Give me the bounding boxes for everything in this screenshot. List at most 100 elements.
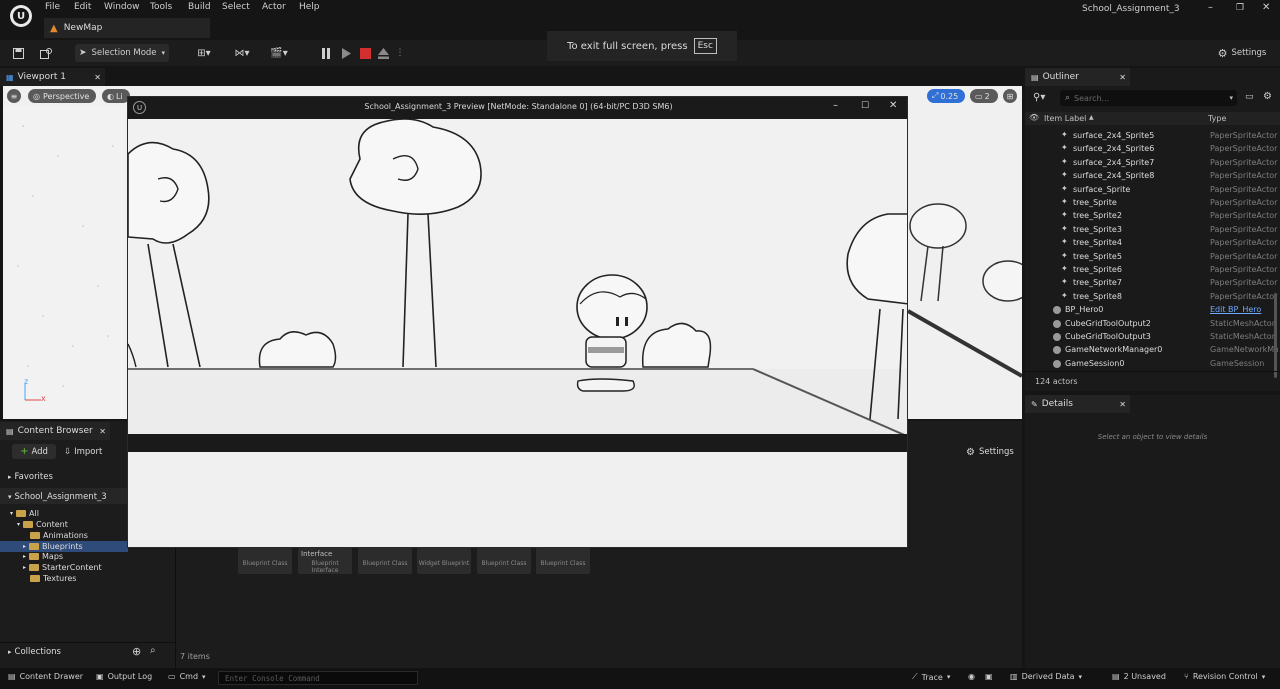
derived-data-button[interactable]: ▥ Derived Data ▾ (1010, 672, 1082, 681)
outliner-row[interactable]: CubeGridToolOutput2 StaticMeshActor (1025, 317, 1280, 330)
asset-tile[interactable]: Blueprint Class (238, 548, 292, 574)
favorites-section[interactable]: ▸ Favorites (8, 472, 53, 482)
scrollbar[interactable] (1274, 293, 1277, 378)
lit-button[interactable]: ◐ Li (102, 89, 130, 103)
tree-animations[interactable]: Animations (30, 531, 88, 540)
preview-title-bar[interactable]: U School_Assignment_3 Preview [NetMode: … (128, 97, 907, 119)
menu-help[interactable]: Help (299, 2, 320, 12)
camera-speed-button[interactable]: ▭ 2 (970, 89, 998, 103)
pie-preview-window[interactable]: U School_Assignment_3 Preview [NetMode: … (127, 96, 908, 548)
filter-icon[interactable]: ⚲▾ (1033, 92, 1045, 103)
minimize-icon[interactable]: – (1208, 2, 1213, 13)
close-tab-icon[interactable]: ✕ (1119, 400, 1126, 409)
content-settings-button[interactable]: ⚙ Settings (966, 445, 1022, 459)
project-root[interactable]: ▾ School_Assignment_3 (8, 492, 107, 502)
menu-file[interactable]: File (45, 2, 60, 12)
type-column[interactable]: Type (1208, 114, 1226, 123)
snap-scale-button[interactable]: ⤢ 0.25 (927, 89, 965, 103)
outliner-row[interactable]: ✦ tree_Sprite5 PaperSpriteActor (1025, 250, 1280, 263)
outliner-row[interactable]: ✦ surface_2x4_Sprite8 PaperSpriteActor (1025, 169, 1280, 182)
outliner-row[interactable]: ✦ tree_Sprite4 PaperSpriteActor (1025, 236, 1280, 249)
minimize-icon[interactable]: – (833, 100, 838, 111)
add-actor-icon[interactable]: ⊞▾ (190, 44, 218, 62)
perspective-button[interactable]: ◎ Perspective (28, 89, 96, 103)
close-icon[interactable]: ✕ (1262, 2, 1270, 13)
tab-viewport[interactable]: ▦ Viewport 1 ✕ (0, 68, 105, 86)
outliner-row[interactable]: ✦ tree_Sprite PaperSpriteActor (1025, 196, 1280, 209)
output-log-button[interactable]: ▣ Output Log (96, 672, 152, 681)
asset-tile[interactable]: Interface Blueprint Interface (298, 548, 352, 574)
save-icon[interactable] (10, 44, 26, 62)
outliner-search-input[interactable]: ⌕ Search... ▾ (1060, 90, 1237, 106)
eject-icon[interactable] (375, 44, 391, 62)
restore-icon[interactable]: ❐ (1236, 3, 1244, 13)
menu-select[interactable]: Select (222, 2, 250, 12)
more-options-icon[interactable]: ⋮ (395, 44, 405, 62)
outliner-row[interactable]: ✦ surface_Sprite PaperSpriteActor (1025, 183, 1280, 196)
asset-tile[interactable]: Widget Blueprint (417, 548, 471, 574)
asset-tile[interactable]: Blueprint Class (358, 548, 412, 574)
close-tab-icon[interactable]: ✕ (1119, 73, 1126, 82)
screenshot-icon[interactable]: ▣ (985, 672, 993, 681)
unsaved-button[interactable]: ▤ 2 Unsaved (1112, 672, 1166, 681)
close-tab-icon[interactable]: ✕ (99, 427, 106, 436)
add-button[interactable]: + Add (12, 444, 56, 459)
content-drawer-button[interactable]: ▤ Content Drawer (8, 672, 83, 681)
outliner-row[interactable]: BP_Hero0 Edit BP_Hero (1025, 303, 1280, 316)
outliner-row[interactable]: ✦ tree_Sprite7 PaperSpriteActor (1025, 276, 1280, 289)
blueprint-icon[interactable]: ⋈▾ (228, 44, 256, 62)
outliner-row[interactable]: CubeGridToolOutput3 StaticMeshActor (1025, 330, 1280, 343)
menu-edit[interactable]: Edit (74, 2, 91, 12)
close-icon[interactable]: ✕ (889, 100, 897, 111)
content-icon[interactable] (38, 44, 54, 62)
console-input[interactable]: Enter Console Command (218, 671, 418, 685)
outliner-row[interactable]: ✦ surface_2x4_Sprite5 PaperSpriteActor (1025, 129, 1280, 142)
tab-outliner[interactable]: ▤ Outliner ✕ (1025, 68, 1130, 86)
resume-icon[interactable] (338, 44, 354, 62)
viewport-layout-icon[interactable]: ⊞ (1003, 89, 1017, 103)
outliner-row[interactable]: ✦ tree_Sprite6 PaperSpriteActor (1025, 263, 1280, 276)
add-collection-icon[interactable]: ⊕ (132, 645, 141, 658)
item-label-column[interactable]: Item Label (1044, 114, 1086, 123)
visibility-eye-icon[interactable]: 👁 (1029, 113, 1039, 122)
tree-all[interactable]: ▾ All (10, 509, 39, 518)
menu-actor[interactable]: Actor (262, 2, 286, 12)
cmd-dropdown[interactable]: ▭ Cmd ▾ (168, 672, 206, 681)
cinematics-icon[interactable]: 🎬▾ (265, 44, 293, 62)
outliner-row[interactable]: ✦ tree_Sprite3 PaperSpriteActor (1025, 223, 1280, 236)
stop-icon[interactable] (357, 44, 373, 62)
import-button[interactable]: ⇩ Import (64, 444, 108, 459)
unreal-logo-icon[interactable]: U (10, 5, 32, 27)
outliner-row[interactable]: GameSession0 GameSession (1025, 357, 1280, 370)
collections-section[interactable]: ▸ Collections (8, 647, 61, 657)
menu-build[interactable]: Build (188, 2, 211, 12)
outliner-row[interactable]: ✦ surface_2x4_Sprite7 PaperSpriteActor (1025, 156, 1280, 169)
outliner-row[interactable]: ✦ tree_Sprite2 PaperSpriteActor (1025, 209, 1280, 222)
tree-textures[interactable]: Textures (30, 574, 76, 583)
viewport-menu-icon[interactable]: ≡ (7, 89, 21, 103)
trace-button[interactable]: ⟋ Trace ▾ (912, 672, 950, 682)
gear-icon[interactable]: ⚙ (1263, 91, 1272, 102)
search-icon[interactable]: ⌕ (150, 645, 156, 656)
asset-tile[interactable]: Blueprint Class (536, 548, 590, 574)
outliner-row-type[interactable]: Edit BP_Hero (1210, 305, 1278, 314)
tab-content-browser[interactable]: ▤ Content Browser ✕ (0, 422, 110, 440)
settings-button[interactable]: ⚙ Settings (1210, 44, 1274, 62)
tab-details[interactable]: ✎ Details ✕ (1025, 395, 1130, 413)
outliner-row[interactable]: GameNetworkManager0 GameNetworkManager (1025, 343, 1280, 356)
record-icon[interactable]: ◉ (968, 672, 975, 681)
close-tab-icon[interactable]: ✕ (94, 73, 101, 82)
tree-blueprints[interactable]: ▸ Blueprints (23, 542, 83, 551)
tree-content[interactable]: ▾ Content (17, 520, 68, 529)
tree-starter-content[interactable]: ▸ StarterContent (23, 563, 102, 572)
maximize-icon[interactable]: ☐ (861, 101, 869, 111)
revision-control-button[interactable]: ⑂ Revision Control ▾ (1184, 672, 1265, 681)
menu-window[interactable]: Window (104, 2, 140, 12)
add-folder-icon[interactable]: ▭ (1245, 92, 1254, 102)
asset-tile[interactable]: Blueprint Class (477, 548, 531, 574)
pause-icon[interactable] (318, 44, 334, 62)
selection-mode-dropdown[interactable]: ➤ Selection Mode ▾ (75, 44, 169, 62)
outliner-row[interactable]: ✦ tree_Sprite8 PaperSpriteActor (1025, 290, 1280, 303)
outliner-row[interactable]: ✦ surface_2x4_Sprite6 PaperSpriteActor (1025, 142, 1280, 155)
map-tab[interactable]: ▲ NewMap (44, 18, 210, 38)
